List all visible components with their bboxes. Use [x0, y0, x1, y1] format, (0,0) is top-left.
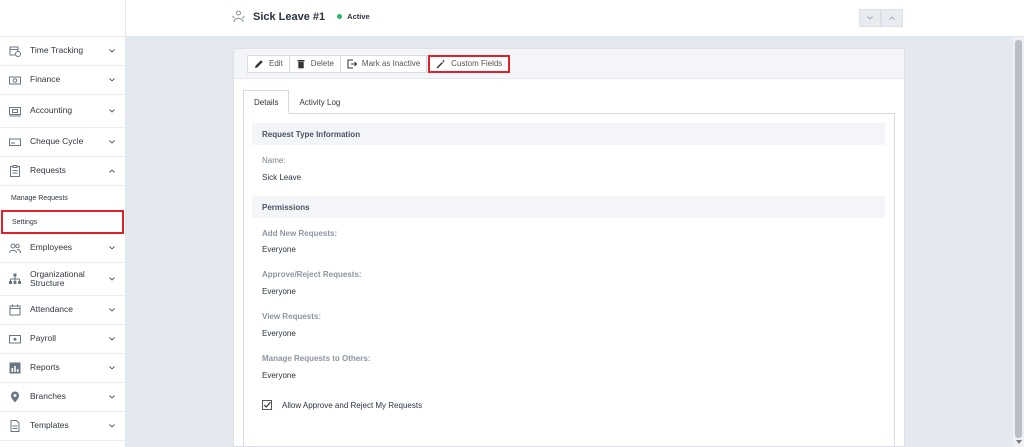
scroll-down-arrow-icon[interactable]: [1015, 439, 1022, 445]
mark-inactive-button[interactable]: Mark as Inactive: [340, 54, 428, 73]
sidebar-subitem-settings[interactable]: Settings: [1, 210, 124, 234]
magic-wand-icon: [436, 59, 446, 69]
sidebar-item-time-tracking[interactable]: Time Tracking: [0, 37, 125, 66]
tab-details[interactable]: Details: [243, 90, 290, 114]
view-requests-value: Everyone: [262, 329, 296, 338]
next-record-button[interactable]: [881, 9, 903, 27]
clock-calendar-icon: [9, 45, 21, 57]
chevron-up-icon: [108, 167, 116, 175]
tab-activity-log[interactable]: Activity Log: [289, 90, 350, 114]
status-dot: [337, 14, 343, 19]
bar-chart-icon: [9, 362, 21, 374]
chevron-down-icon: [108, 76, 116, 84]
sidebar-item-requests[interactable]: Requests: [0, 157, 125, 186]
name-value: Sick Leave: [262, 173, 302, 182]
edit-button[interactable]: Edit: [247, 54, 290, 73]
add-requests-value: Everyone: [262, 245, 296, 254]
scrollbar-thumb[interactable]: [1015, 40, 1022, 438]
sidebar-logo-area: [0, 0, 125, 37]
location-pin-icon: [9, 391, 21, 403]
add-requests-label: Add New Requests:: [262, 229, 338, 238]
org-chart-icon: [9, 273, 21, 285]
pencil-icon: [254, 59, 264, 69]
trash-icon: [296, 59, 306, 69]
previous-record-button[interactable]: [859, 9, 881, 27]
money-icon: [9, 74, 21, 86]
allow-approve-reject-label: Allow Approve and Reject My Requests: [282, 400, 423, 410]
section-request-type-info: Request Type Information: [252, 123, 885, 145]
sidebar-item-templates[interactable]: Templates: [0, 412, 125, 441]
sidebar-item-payroll[interactable]: Payroll: [0, 325, 125, 354]
detail-tabs: Details Activity Log: [243, 90, 350, 114]
clipboard-icon: [9, 165, 21, 177]
approve-reject-value: Everyone: [262, 287, 296, 296]
sidebar-item-accounting[interactable]: Accounting: [0, 95, 125, 128]
chevron-down-icon: [108, 422, 116, 430]
approve-reject-label: Approve/Reject Requests:: [262, 270, 362, 279]
details-panel: Request Type Information Name: Sick Leav…: [243, 113, 895, 447]
manage-requests-value: Everyone: [262, 371, 296, 380]
custom-fields-button[interactable]: Custom Fields: [428, 54, 511, 73]
chevron-down-icon: [108, 107, 116, 115]
calendar-icon: [9, 304, 21, 316]
cheque-icon: [9, 136, 21, 148]
exit-icon: [347, 59, 357, 69]
chevron-down-icon: [108, 335, 116, 343]
sidebar-subitem-manage-requests[interactable]: Manage Requests: [0, 186, 125, 210]
people-icon: [9, 242, 21, 254]
sidebar-item-cheque-cycle[interactable]: Cheque Cycle: [0, 128, 125, 157]
page-scrollbar[interactable]: [1013, 37, 1024, 447]
view-requests-label: View Requests:: [262, 312, 321, 321]
chevron-down-icon: [108, 275, 116, 283]
chevron-down-icon: [108, 47, 116, 55]
chevron-down-icon: [108, 244, 116, 252]
payroll-icon: [9, 333, 21, 345]
sidebar-item-organizational-structure[interactable]: Organizational Structure: [0, 263, 125, 296]
sidebar-item-reports[interactable]: Reports: [0, 354, 125, 383]
name-label: Name:: [262, 156, 286, 165]
sidebar: Time Tracking Finance Accounting Cheque …: [0, 0, 126, 447]
sidebar-item-employees[interactable]: Employees: [0, 234, 125, 263]
checkbox-checked-icon[interactable]: [262, 400, 272, 410]
record-nav: [859, 9, 903, 27]
chevron-down-icon: [108, 393, 116, 401]
chevron-up-icon: [889, 16, 895, 20]
action-toolbar: Edit Delete Mark as Inactive Custom Fiel…: [234, 49, 904, 79]
document-icon: [9, 420, 21, 432]
chevron-down-icon: [108, 364, 116, 372]
section-permissions: Permissions: [252, 196, 885, 218]
title-group: Sick Leave #1 Active: [232, 10, 370, 23]
chevron-down-icon: [108, 138, 116, 146]
ledger-icon: [9, 105, 21, 117]
page-header: Sick Leave #1 Active: [126, 0, 1024, 37]
sidebar-item-finance[interactable]: Finance: [0, 66, 125, 95]
content-card: Edit Delete Mark as Inactive Custom Fiel…: [233, 48, 905, 447]
allow-approve-reject-row: Allow Approve and Reject My Requests: [262, 400, 422, 410]
manage-requests-label: Manage Requests to Others:: [262, 354, 371, 363]
chevron-down-icon: [867, 16, 873, 20]
sidebar-item-attendance[interactable]: Attendance: [0, 296, 125, 325]
sidebar-item-branches[interactable]: Branches: [0, 383, 125, 412]
delete-button[interactable]: Delete: [289, 54, 341, 73]
chevron-down-icon: [108, 306, 116, 314]
status-badge: Active: [347, 12, 370, 21]
request-type-icon: [232, 10, 245, 23]
page-title: Sick Leave #1: [253, 10, 326, 23]
